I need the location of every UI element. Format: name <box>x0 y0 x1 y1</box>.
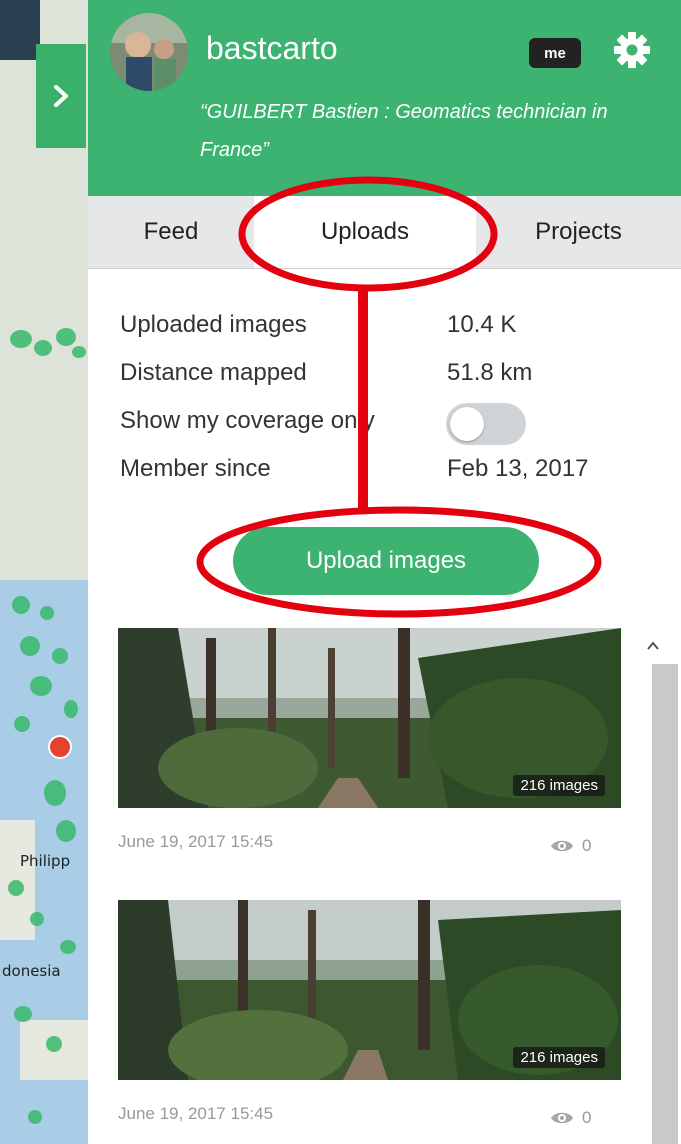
chevron-right-icon <box>54 85 68 107</box>
stat-uploaded-images: Uploaded images 10.4 K <box>120 311 660 351</box>
tab-feed[interactable]: Feed <box>88 196 254 268</box>
gear-icon[interactable] <box>612 30 652 70</box>
profile-header: bastcarto me “GUILBERT Bastien : Geomati… <box>88 0 681 196</box>
image-count-badge: 216 images <box>513 775 605 796</box>
map-label-philippines: Philipp <box>20 852 71 870</box>
me-badge: me <box>529 38 581 68</box>
coverage-toggle[interactable] <box>446 403 526 445</box>
coverage-dot <box>72 346 86 358</box>
tab-uploads[interactable]: Uploads <box>254 196 476 268</box>
expand-panel-button[interactable] <box>36 44 86 148</box>
coverage-dot <box>56 328 76 346</box>
stat-label: Member since <box>120 455 271 482</box>
profile-tabs: Feed Uploads Projects <box>88 196 681 269</box>
coverage-dot <box>30 676 52 696</box>
profile-panel: bastcarto me “GUILBERT Bastien : Geomati… <box>88 0 681 1144</box>
coverage-dot <box>8 880 24 896</box>
stat-value: 10.4 K <box>447 311 517 338</box>
profile-bio: “GUILBERT Bastien : Geomatics technician… <box>200 101 608 161</box>
stat-value: 51.8 km <box>447 359 533 386</box>
coverage-dot <box>20 636 40 656</box>
stat-coverage-toggle: Show my coverage only <box>120 403 660 447</box>
sequence-date: June 19, 2017 15:45 <box>118 832 274 851</box>
stat-label: Uploaded images <box>120 311 307 338</box>
sequence-thumbnail[interactable]: 216 images <box>118 900 621 1080</box>
coverage-dot <box>34 340 52 356</box>
sequence-date: June 19, 2017 15:45 <box>118 1104 274 1123</box>
sequence-thumbnail[interactable]: 216 images <box>118 628 621 808</box>
coverage-dot <box>60 940 76 954</box>
upload-images-button[interactable]: Upload images <box>233 527 539 595</box>
map-label-indonesia: donesia <box>2 962 61 980</box>
map-view[interactable]: Philipp donesia <box>0 0 88 1144</box>
scroll-up-icon[interactable] <box>643 636 663 656</box>
view-count: 0 <box>550 836 591 856</box>
coverage-dot <box>46 1036 62 1052</box>
coverage-dot <box>10 330 32 348</box>
stat-label: Show my coverage only <box>120 407 375 434</box>
eye-icon <box>551 840 573 852</box>
view-count: 0 <box>550 1108 591 1128</box>
view-count-value: 0 <box>582 1108 592 1127</box>
coverage-dot <box>52 648 68 664</box>
stat-member-since: Member since Feb 13, 2017 <box>120 455 660 495</box>
map-corner <box>0 0 40 60</box>
image-count-badge: 216 images <box>513 1047 605 1068</box>
coverage-dot <box>30 912 44 926</box>
coverage-dot <box>12 596 30 614</box>
coverage-dot <box>14 1006 32 1022</box>
view-count-value: 0 <box>582 836 592 855</box>
current-location-marker[interactable] <box>48 735 72 759</box>
eye-icon <box>551 1112 573 1124</box>
username[interactable]: bastcarto <box>206 30 338 67</box>
tab-projects[interactable]: Projects <box>476 196 681 268</box>
coverage-dot <box>44 780 66 806</box>
avatar[interactable] <box>110 13 188 91</box>
stat-distance-mapped: Distance mapped 51.8 km <box>120 359 660 399</box>
coverage-dot <box>56 820 76 842</box>
stat-value: Feb 13, 2017 <box>447 455 589 482</box>
stat-label: Distance mapped <box>120 359 307 386</box>
coverage-dot <box>28 1110 42 1124</box>
avatar-photo <box>110 13 188 91</box>
scrollbar[interactable] <box>652 664 678 1144</box>
coverage-dot <box>14 716 30 732</box>
coverage-dot <box>64 700 78 718</box>
toggle-knob <box>450 407 484 441</box>
coverage-dot <box>40 606 54 620</box>
